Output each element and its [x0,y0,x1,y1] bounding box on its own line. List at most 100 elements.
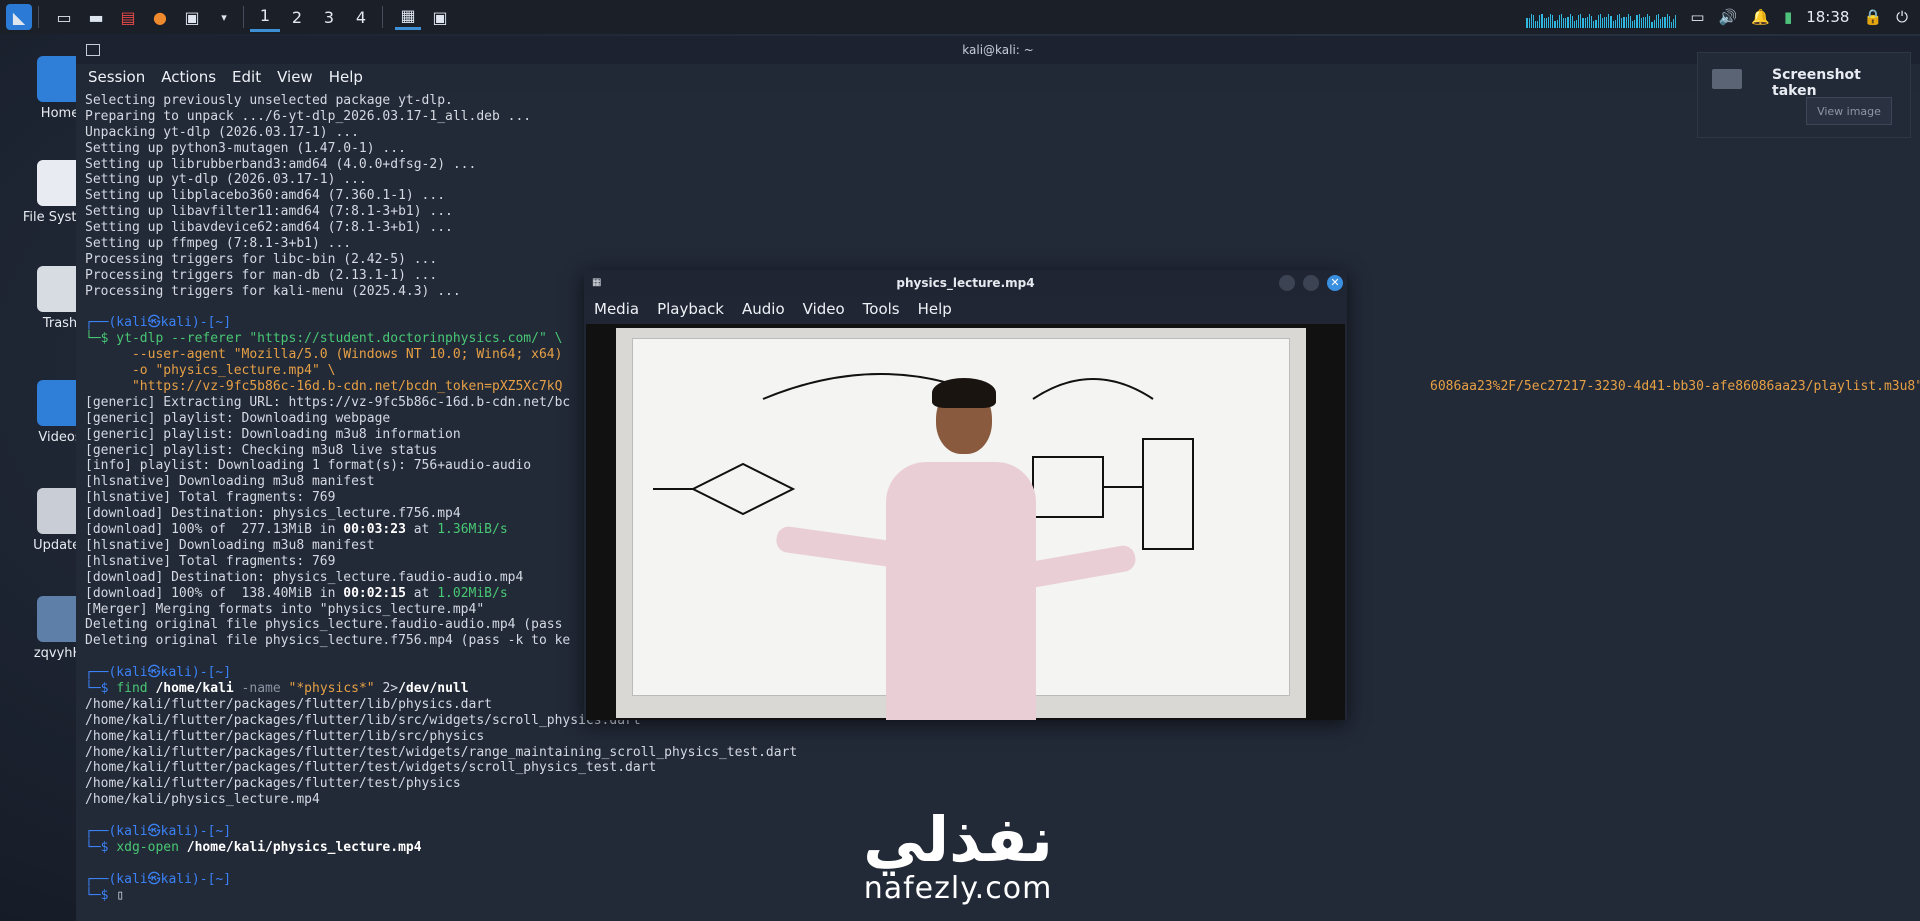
video-menu-video[interactable]: Video [803,300,845,318]
terminal-text: ┌──(kali㉿kali)-[~] [85,665,232,681]
graph-bar [1554,20,1556,28]
taskbar-terminal-icon[interactable]: ▣ [427,4,453,30]
graph-bar [1606,17,1608,28]
lock-icon[interactable]: 🔒 [1863,8,1882,26]
terminal-menu-edit[interactable]: Edit [232,68,261,86]
video-player-titlebar[interactable]: ▦ physics_lecture.mp4 ✕ [584,270,1347,296]
video-frame[interactable] [586,324,1345,720]
maximize-button[interactable] [1303,275,1319,291]
screenshot-notification[interactable]: Screenshot taken View image [1697,52,1911,138]
terminal-text: [generic] playlist: Downloading webpage [85,410,391,426]
terminal-text: [download] 100% of 277.13MiB in [85,522,344,538]
terminal-menu-session[interactable]: Session [88,68,145,86]
screenshot-thumbnail-icon [1712,69,1742,89]
terminal-menubar: Session Actions Edit View Help [76,64,1920,90]
panel-separator [243,6,244,28]
terminal-text: /home/kali/flutter/packages/flutter/test… [85,744,798,760]
video-menu-help[interactable]: Help [918,300,952,318]
view-image-button[interactable]: View image [1806,97,1892,125]
video-player-window[interactable]: ▦ physics_lecture.mp4 ✕ Media Playback Aud… [584,270,1347,720]
video-player-menubar: Media Playback Audio Video Tools Help [584,296,1347,322]
terminal-text: Setting up libplacebo360:amd64 (7.360.1-… [85,188,446,204]
graph-bar [1634,19,1636,28]
graph-bar [1612,21,1614,28]
graph-bar [1550,14,1552,28]
panel-clock[interactable]: 18:38 [1806,8,1849,26]
graph-bar [1528,17,1530,28]
graph-bar [1543,17,1545,28]
volume-icon[interactable]: 🔊 [1719,8,1738,26]
terminal-text: └─$ [85,887,117,903]
graph-bar [1584,17,1586,28]
workspace-4[interactable]: 4 [346,2,376,32]
file-manager-icon[interactable]: ▬ [83,4,109,30]
terminal-text: [hlsnative] Total fragments: 769 [85,490,336,506]
graph-bar [1670,21,1672,28]
terminal-line: /home/kali/physics_lecture.mp4 [85,792,797,808]
graph-bar [1627,14,1629,28]
terminal-text: [hlsnative] Downloading m3u8 manifest [85,537,375,553]
graph-bar [1573,20,1575,28]
firefox-icon[interactable]: ● [147,4,173,30]
kali-menu-icon[interactable]: ◣ [6,4,32,30]
monitor-icon[interactable]: ▭ [1690,8,1704,26]
lecturer-hair [932,378,996,408]
graph-bar [1664,16,1666,28]
terminal-line: ┌──(kali㉿kali)-[~] [85,872,797,888]
terminal-cursor: ▯ [116,887,125,903]
terminal-text: ┌──(kali㉿kali)-[~] [85,823,232,839]
terminal-menu-actions[interactable]: Actions [161,68,216,86]
terminal-text: [generic] playlist: Checking m3u8 live s… [85,442,438,458]
terminal-line: Setting up libavdevice62:amd64 (7:8.1-3+… [85,220,797,236]
terminal-text: └─$ [85,680,117,696]
minimize-button[interactable] [1279,275,1295,291]
graph-bar [1535,20,1537,28]
terminal-line: /home/kali/flutter/packages/flutter/test… [85,760,797,776]
terminal-menu-help[interactable]: Help [329,68,363,86]
terminal-text: Setting up librubberband3:amd64 (4.0.0+d… [85,156,477,172]
lecturer-figure [774,378,1138,720]
video-menu-tools[interactable]: Tools [863,300,900,318]
graph-bar [1526,18,1528,28]
terminal-text: Processing triggers for libc-bin (2.42-5… [85,251,438,267]
graph-bar [1537,20,1539,28]
terminal-menu-view[interactable]: View [277,68,313,86]
battery-icon[interactable]: ▮ [1784,8,1792,26]
graph-bar [1593,21,1595,28]
terminal-text: [download] Destination: physics_lecture.… [85,569,524,585]
terminal-text: /home/kali/flutter/packages/flutter/lib/… [85,712,641,728]
terminal-text: └─$ [85,839,117,855]
video-menu-playback[interactable]: Playback [657,300,724,318]
graph-bar [1640,18,1642,28]
graph-bar [1616,14,1619,28]
close-button[interactable]: ✕ [1327,275,1343,291]
workspace-2[interactable]: 2 [282,2,312,32]
terminal-text: /home/kali/flutter/packages/flutter/test… [85,760,657,776]
workspace-1[interactable]: 1 [250,2,280,32]
terminal-launcher-icon[interactable]: ▣ [179,4,205,30]
video-player-app-icon: ▦ [592,277,602,288]
terminal-text: Setting up yt-dlp (2026.03.17-1) ... [85,172,367,188]
graph-bar [1591,15,1593,28]
terminal-titlebar[interactable]: kali@kali: ~ [76,36,1920,64]
terminal-text: "https://vz-9fc5b86c-16d.b-cdn.net/bcdn_… [85,379,563,395]
taskbar-video-player-icon[interactable]: ▦ [395,4,421,30]
workspace-3[interactable]: 3 [314,2,344,32]
show-desktop-icon[interactable]: ▭ [51,4,77,30]
video-menu-media[interactable]: Media [594,300,639,318]
terminal-text: -o "physics_lecture.mp4" \ [85,363,336,379]
graph-bar [1599,14,1601,28]
power-icon[interactable]: ⏻ [1896,8,1908,26]
terminal-text: 2> [374,680,399,696]
text-editor-icon[interactable]: ▤ [115,4,141,30]
graph-bar [1614,19,1616,28]
graph-bar [1653,19,1655,28]
chevron-down-icon[interactable]: ▾ [211,4,237,30]
video-menu-audio[interactable]: Audio [742,300,785,318]
terminal-text: 1.36MiB/s [437,522,508,538]
graph-bar [1601,18,1603,28]
terminal-text: Preparing to unpack .../6-yt-dlp_2026.03… [85,108,532,124]
notifications-bell-icon[interactable]: 🔔 [1751,8,1770,26]
